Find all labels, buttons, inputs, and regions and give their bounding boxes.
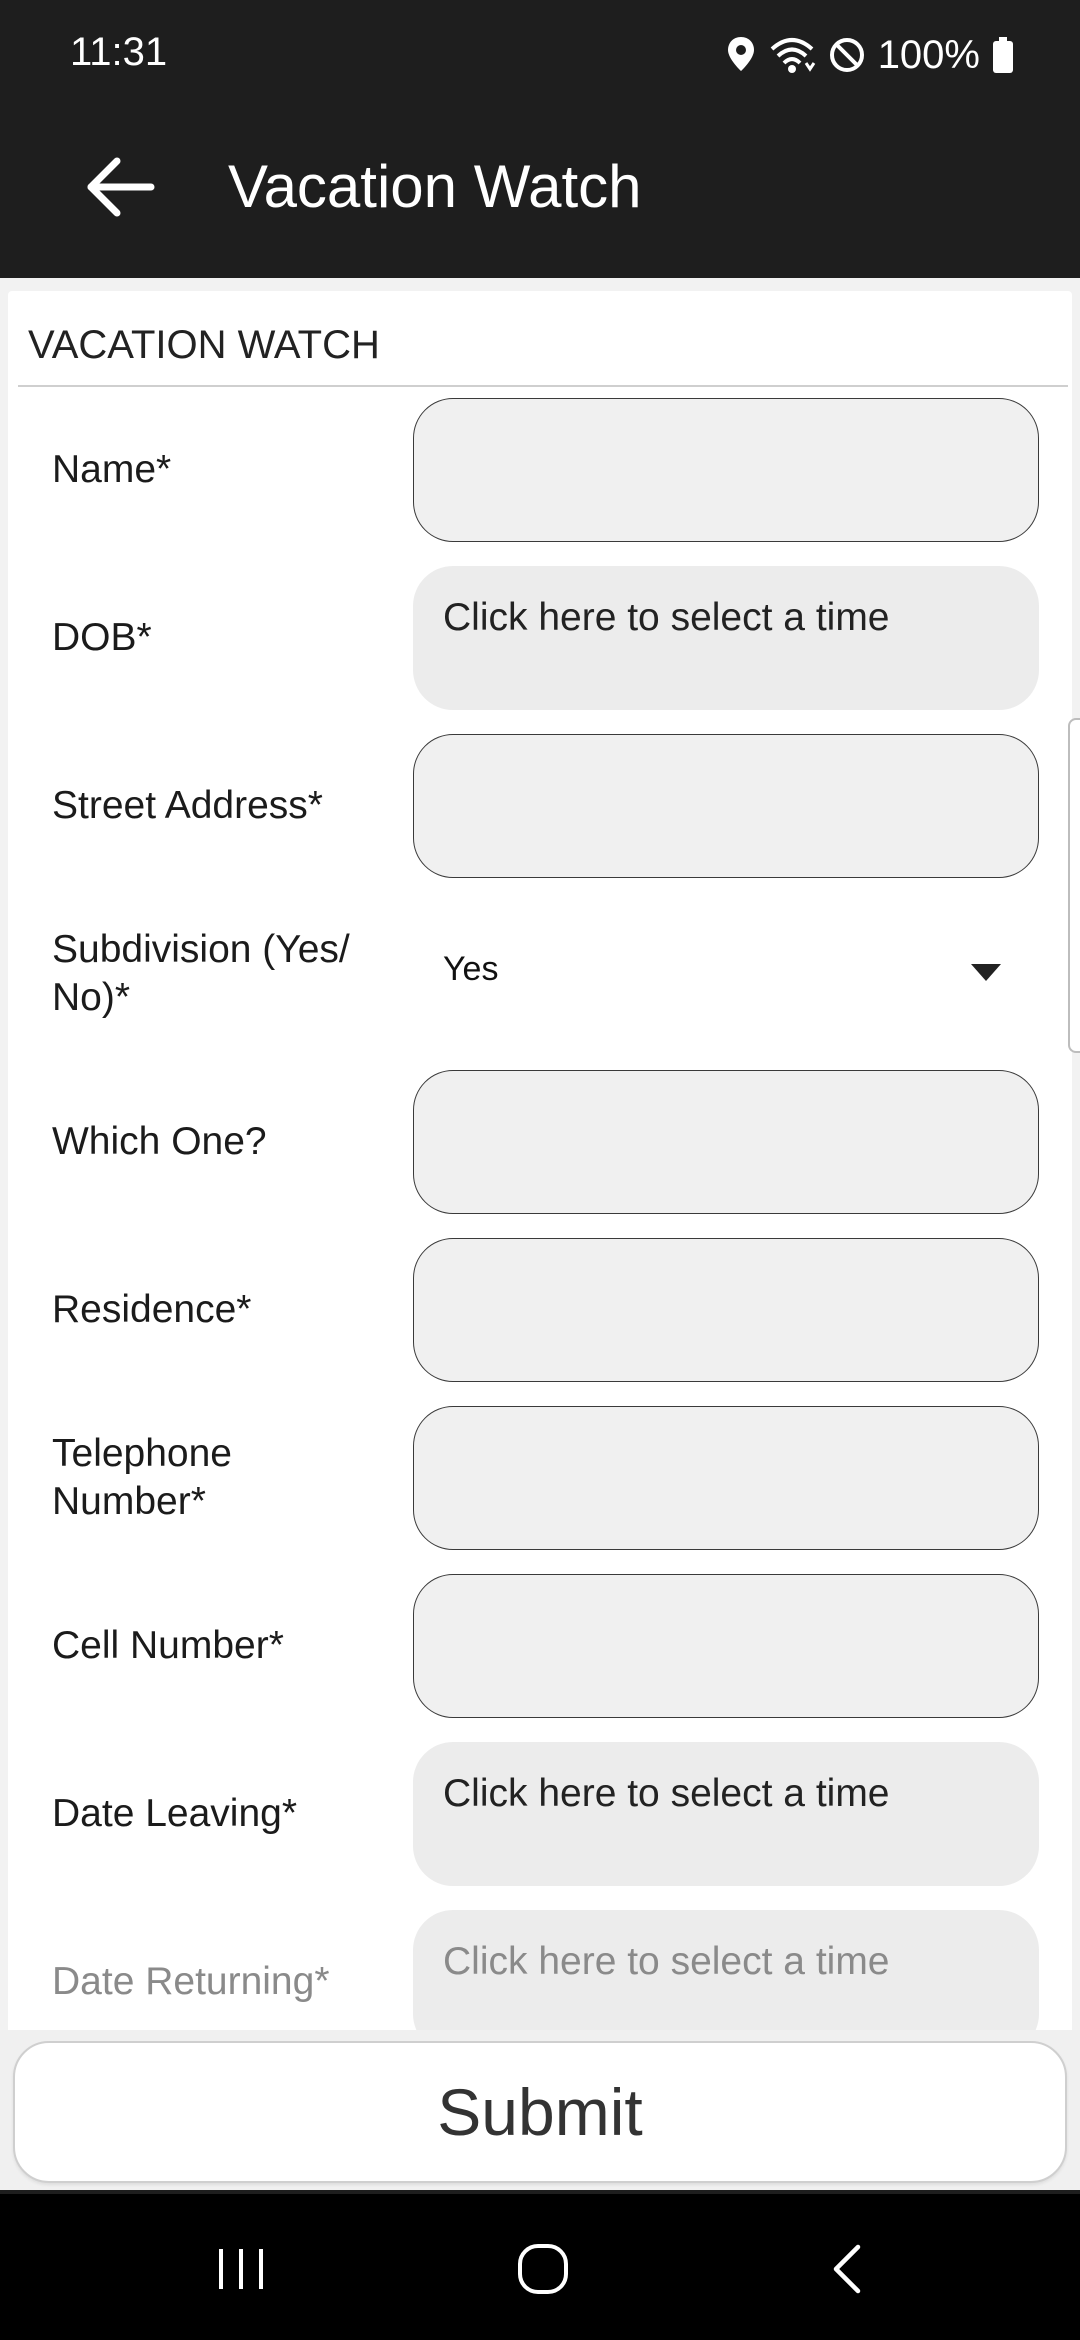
- form-row-date-leaving: Date Leaving* Click here to select a tim…: [8, 1742, 1072, 1886]
- residence-input[interactable]: [413, 1238, 1039, 1382]
- form-row-telephone: Telephone Number*: [8, 1406, 1072, 1550]
- status-bar: 11:31 100%: [0, 0, 1080, 115]
- form-scroll-area[interactable]: VACATION WATCH Name* DOB* Click here to …: [0, 278, 1080, 2190]
- field-label: Name*: [52, 448, 172, 491]
- which-one-input[interactable]: [413, 1070, 1039, 1214]
- form-row-street-address: Street Address*: [8, 734, 1072, 878]
- field-label: Telephone Number*: [52, 1432, 232, 1523]
- app-bar: Vacation Watch: [0, 115, 1080, 278]
- recent-apps-icon: [219, 2249, 263, 2289]
- dob-time-picker[interactable]: Click here to select a time: [413, 566, 1039, 710]
- page-title: Vacation Watch: [228, 153, 642, 220]
- form-row-cell-number: Cell Number*: [8, 1574, 1072, 1718]
- arrow-left-icon: [87, 157, 155, 217]
- field-label: DOB*: [52, 616, 152, 659]
- field-label: Residence*: [52, 1288, 252, 1331]
- select-value: Yes: [443, 950, 499, 988]
- scroll-indicator[interactable]: [1068, 718, 1080, 1053]
- section-title: VACATION WATCH: [28, 323, 380, 367]
- field-label: Street Address*: [52, 784, 323, 827]
- subdivision-select[interactable]: Yes: [413, 902, 1039, 1046]
- back-icon: [833, 2244, 861, 2294]
- status-time: 11:31: [70, 30, 168, 74]
- back-button[interactable]: [78, 145, 162, 229]
- caret-down-icon: [971, 964, 1001, 981]
- system-nav-bar: [0, 2194, 1080, 2340]
- battery-icon: [992, 36, 1014, 74]
- do-not-disturb-icon: [828, 36, 866, 74]
- field-label: Date Leaving*: [52, 1792, 298, 1835]
- name-input[interactable]: [413, 398, 1039, 542]
- app-root: 11:31 100% Vacation Watch VACATION WATCH…: [0, 0, 1080, 2340]
- location-icon: [726, 35, 756, 75]
- nav-back-button[interactable]: [796, 2234, 896, 2304]
- cell-number-input[interactable]: [413, 1574, 1039, 1718]
- date-leaving-time-picker[interactable]: Click here to select a time: [413, 1742, 1039, 1886]
- form-row-which-one: Which One?: [8, 1070, 1072, 1214]
- field-label: Cell Number*: [52, 1624, 284, 1667]
- wifi-icon: [768, 35, 816, 75]
- street-address-input[interactable]: [413, 734, 1039, 878]
- submit-area: Submit: [0, 2030, 1080, 2190]
- battery-percent: 100%: [877, 32, 980, 77]
- form-row-residence: Residence*: [8, 1238, 1072, 1382]
- telephone-input[interactable]: [413, 1406, 1039, 1550]
- home-icon: [518, 2244, 568, 2294]
- submit-button[interactable]: Submit: [13, 2041, 1067, 2183]
- home-button[interactable]: [493, 2234, 593, 2304]
- section-divider: [18, 385, 1068, 387]
- form-row-dob: DOB* Click here to select a time: [8, 566, 1072, 710]
- recent-apps-button[interactable]: [191, 2234, 291, 2304]
- field-label: Which One?: [52, 1120, 267, 1163]
- form-row-subdivision: Subdivision (Yes/ No)* Yes: [8, 902, 1072, 1046]
- form-card: VACATION WATCH Name* DOB* Click here to …: [8, 291, 1072, 2190]
- field-label: Subdivision (Yes/ No)*: [52, 928, 350, 1019]
- status-icons: 100%: [726, 30, 1014, 80]
- form-row-name: Name*: [8, 398, 1072, 542]
